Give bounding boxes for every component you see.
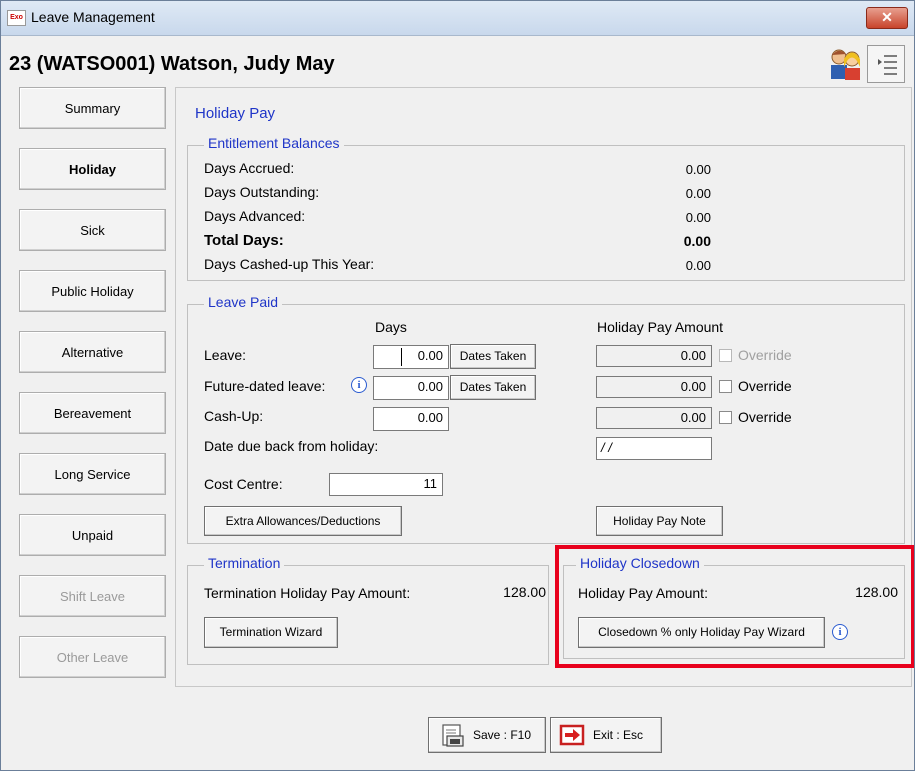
termination-holiday-pay-value: 128.00 <box>503 584 546 600</box>
leave-override-label: Override <box>738 347 792 363</box>
nav-bereavement-button[interactable]: Bereavement <box>19 392 166 434</box>
title-bar: Exo Leave Management ✕ <box>1 1 914 36</box>
holiday-pay-amount-header: Holiday Pay Amount <box>597 319 724 335</box>
nav-summary-button[interactable]: Summary <box>19 87 166 129</box>
leave-management-window: Exo Leave Management ✕ 23 (WATSO001) Wat… <box>0 0 915 771</box>
nav-holiday-button[interactable]: Holiday <box>19 148 166 190</box>
panel-title: Holiday Pay <box>195 105 276 122</box>
employee-header: 23 (WATSO001) Watson, Judy May <box>9 53 335 75</box>
leave-days-cursor <box>401 348 402 366</box>
nav-unpaid-button[interactable]: Unpaid <box>19 514 166 556</box>
future-override-label: Override <box>738 378 792 394</box>
future-dated-info-icon[interactable]: i <box>351 377 367 393</box>
exo-app-icon: Exo <box>7 10 26 26</box>
days-advanced-value: 0.00 <box>685 210 711 225</box>
days-advanced-label: Days Advanced: <box>204 208 306 224</box>
future-dates-taken-button[interactable]: Dates Taken <box>450 375 536 400</box>
total-days-value: 0.00 <box>683 233 711 249</box>
list-view-icon[interactable] <box>867 45 905 83</box>
save-button[interactable]: Save : F10 <box>428 717 546 753</box>
cash-up-label: Cash-Up: <box>204 408 264 424</box>
future-days-input[interactable]: 0.00 <box>373 376 449 400</box>
entitlement-balances-legend: Entitlement Balances <box>204 135 344 151</box>
cash-up-amount-field: 0.00 <box>596 407 712 429</box>
window-title: Leave Management <box>31 9 155 25</box>
date-due-back-label: Date due back from holiday: <box>204 438 379 454</box>
cash-up-override-label: Override <box>738 409 792 425</box>
close-button[interactable]: ✕ <box>866 7 908 29</box>
days-cashed-up-value: 0.00 <box>685 258 711 273</box>
leave-dates-taken-button[interactable]: Dates Taken <box>450 344 536 369</box>
employee-people-icon[interactable] <box>827 45 863 81</box>
exit-button[interactable]: Exit : Esc <box>550 717 662 753</box>
days-column-header: Days <box>375 319 407 335</box>
cash-up-override-checkbox[interactable] <box>719 411 732 424</box>
leave-paid-legend: Leave Paid <box>204 294 283 310</box>
leave-override-checkbox <box>719 349 732 362</box>
future-amount-field: 0.00 <box>596 376 712 398</box>
termination-group <box>187 565 549 665</box>
days-outstanding-value: 0.00 <box>685 186 711 201</box>
leave-days-input[interactable]: 0.00 <box>373 345 449 369</box>
extra-allowances-deductions-button[interactable]: Extra Allowances/Deductions <box>204 506 402 536</box>
days-outstanding-label: Days Outstanding: <box>204 184 320 200</box>
exit-button-label: Exit : Esc <box>593 728 644 742</box>
days-accrued-label: Days Accrued: <box>204 160 295 176</box>
nav-shift-leave-button: Shift Leave <box>19 575 166 617</box>
nav-other-leave-button: Other Leave <box>19 636 166 678</box>
termination-holiday-pay-label: Termination Holiday Pay Amount: <box>204 585 411 601</box>
leave-amount-field: 0.00 <box>596 345 712 367</box>
cash-up-days-input[interactable]: 0.00 <box>373 407 449 431</box>
days-cashed-up-label: Days Cashed-up This Year: <box>204 256 375 272</box>
exit-arrow-icon <box>559 724 585 746</box>
cost-centre-input[interactable]: 11 <box>329 473 443 496</box>
nav-long-service-button[interactable]: Long Service <box>19 453 166 495</box>
cost-centre-label: Cost Centre: <box>204 476 283 492</box>
save-button-label: Save : F10 <box>473 728 532 742</box>
nav-sick-button[interactable]: Sick <box>19 209 166 251</box>
nav-alternative-button[interactable]: Alternative <box>19 331 166 373</box>
leave-label: Leave: <box>204 347 247 363</box>
save-disk-icon <box>442 724 464 747</box>
termination-wizard-button[interactable]: Termination Wizard <box>204 617 338 648</box>
termination-legend: Termination <box>204 555 285 571</box>
holiday-pay-note-button[interactable]: Holiday Pay Note <box>596 506 723 536</box>
future-override-checkbox[interactable] <box>719 380 732 393</box>
future-dated-leave-label: Future-dated leave: <box>204 378 326 394</box>
date-due-back-input[interactable]: / / <box>596 437 712 460</box>
total-days-label: Total Days: <box>204 232 284 249</box>
nav-public-holiday-button[interactable]: Public Holiday <box>19 270 166 312</box>
highlight-annotation-box <box>555 545 914 668</box>
days-accrued-value: 0.00 <box>685 162 711 177</box>
